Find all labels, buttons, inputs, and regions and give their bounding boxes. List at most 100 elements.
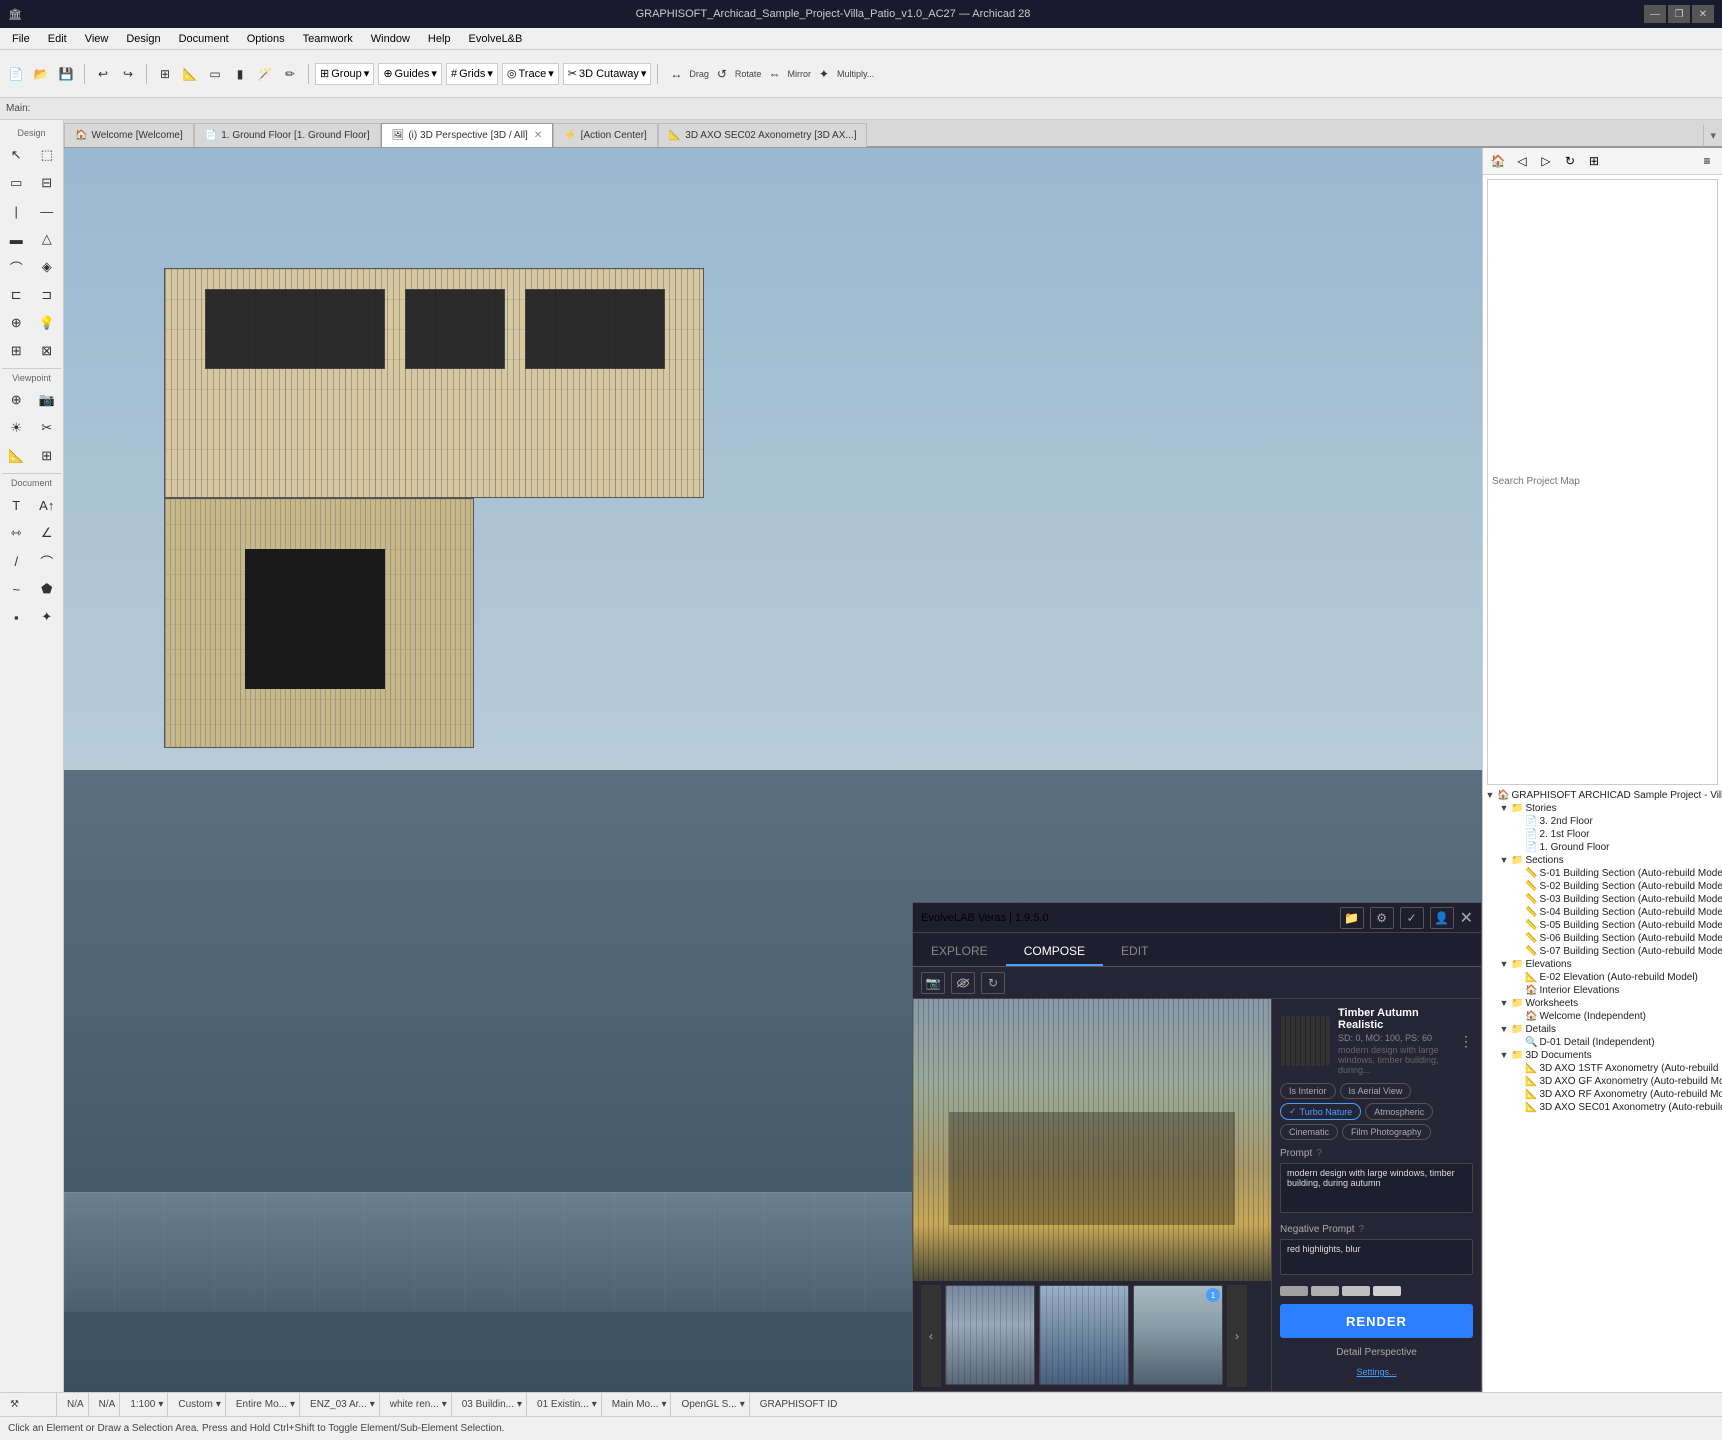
left-tool-elevation[interactable]: 📐	[2, 443, 30, 469]
toolbar-redo[interactable]: ↪	[116, 63, 140, 85]
tree-s03[interactable]: 📏 S-03 Building Section (Auto-rebuild Mo…	[1483, 893, 1722, 906]
left-tool-poly[interactable]: ⬟	[33, 576, 61, 602]
wr-arrow[interactable]: ▾	[442, 1399, 447, 1410]
trace-dropdown[interactable]: ◎ Trace ▾	[502, 63, 559, 85]
left-tool-fill[interactable]: ▪	[2, 604, 30, 630]
toolbar-drag[interactable]: ↔	[664, 63, 688, 85]
neg-prompt-help-icon[interactable]: ?	[1358, 1224, 1364, 1235]
left-tool-orbit[interactable]: ⊕	[2, 387, 30, 413]
tree-s01[interactable]: 📏 S-01 Building Section (Auto-rebuild Mo…	[1483, 867, 1722, 880]
toolbar-rotate[interactable]: ↺	[710, 63, 734, 85]
left-tool-slab[interactable]: ▬	[2, 226, 30, 252]
left-tool-angle[interactable]: ∠	[33, 520, 61, 546]
drawing-canvas[interactable]: EvolveLAB Veras | 1.9.5.0 📁 ⚙ ✓ 👤 ✕	[64, 148, 1482, 1392]
left-tool-shell[interactable]: ⌒	[2, 254, 30, 280]
left-tool-object[interactable]: ⊕	[2, 310, 30, 336]
thumbnail-2[interactable]	[1039, 1285, 1129, 1385]
left-tool-mesh[interactable]: ⊞	[2, 338, 30, 364]
tag-is-aerial[interactable]: Is Aerial View	[1340, 1083, 1412, 1099]
rp-forward-btn[interactable]: ▷	[1535, 151, 1557, 171]
left-tool-wall[interactable]: ▭	[2, 170, 30, 196]
toolbar-wireframe[interactable]: ▭	[203, 63, 227, 85]
tree-3d-axo-rf[interactable]: 📐 3D AXO RF Axonometry (Auto-rebuild Mod…	[1483, 1088, 1722, 1101]
tag-atmospheric[interactable]: Atmospheric	[1365, 1103, 1433, 1120]
tree-2nd-floor[interactable]: 📄 3. 2nd Floor	[1483, 815, 1722, 828]
left-tool-beam[interactable]: —	[33, 198, 61, 224]
thumbnail-3[interactable]: 1	[1133, 1285, 1223, 1385]
rp-expand-btn[interactable]: ⊞	[1583, 151, 1605, 171]
tree-3d-axo-gf[interactable]: 📐 3D AXO GF Axonometry (Auto-rebuild Mod…	[1483, 1075, 1722, 1088]
style-more-btn[interactable]: ⋮	[1459, 1033, 1473, 1050]
tag-turbo-nature[interactable]: ✓ Turbo Nature	[1280, 1103, 1361, 1120]
evolve-refresh-btn[interactable]: ↻	[981, 972, 1005, 994]
left-tool-zone[interactable]: ⊠	[33, 338, 61, 364]
thumb-next-btn[interactable]: ›	[1227, 1285, 1247, 1387]
left-tool-door[interactable]: ⊏	[2, 282, 30, 308]
toolbar-multiply[interactable]: ✦	[812, 63, 836, 85]
tree-s07[interactable]: 📏 S-07 Building Section (Auto-rebuild Mo…	[1483, 945, 1722, 958]
tree-s05[interactable]: 📏 S-05 Building Section (Auto-rebuild Mo…	[1483, 919, 1722, 932]
rp-refresh-btn[interactable]: ↻	[1559, 151, 1581, 171]
cutaway-dropdown[interactable]: ✂ 3D Cutaway ▾	[563, 63, 652, 85]
minimize-button[interactable]: —	[1644, 5, 1666, 23]
left-tool-spline[interactable]: ~	[2, 576, 30, 602]
menu-item-edit[interactable]: Edit	[40, 31, 75, 47]
left-tool-dim[interactable]: ⇿	[2, 520, 30, 546]
tree-s06[interactable]: 📏 S-06 Building Section (Auto-rebuild Mo…	[1483, 932, 1722, 945]
tree-welcome[interactable]: 🏠 Welcome (Independent)	[1483, 1010, 1722, 1023]
rp-home-btn[interactable]: 🏠	[1487, 151, 1509, 171]
left-tool-lamp[interactable]: 💡	[33, 310, 61, 336]
thumb-prev-btn[interactable]: ‹	[921, 1285, 941, 1387]
menu-item-document[interactable]: Document	[171, 31, 237, 47]
left-tool-column[interactable]: |	[2, 198, 30, 224]
left-tool-text[interactable]: T	[2, 492, 30, 518]
left-tool-window[interactable]: ⊐	[33, 282, 61, 308]
toolbar-new[interactable]: 📄	[4, 63, 28, 85]
opengl-arrow[interactable]: ▾	[740, 1399, 745, 1410]
layer-arrow[interactable]: ▾	[370, 1399, 375, 1410]
tree-3d-axo-sec01[interactable]: 📐 3D AXO SEC01 Axonometry (Auto-rebuild …	[1483, 1101, 1722, 1114]
evolve-tab-edit[interactable]: EDIT	[1103, 938, 1166, 966]
menu-item-design[interactable]: Design	[118, 31, 168, 47]
tree-stories[interactable]: ▼ 📁 Stories	[1483, 802, 1722, 815]
toolbar-magic-wand[interactable]: 🪄	[253, 63, 277, 85]
rp-back-btn[interactable]: ◁	[1511, 151, 1533, 171]
render-button[interactable]: RENDER	[1280, 1304, 1473, 1338]
tree-s02[interactable]: 📏 S-02 Building Section (Auto-rebuild Mo…	[1483, 880, 1722, 893]
mm-arrow[interactable]: ▾	[661, 1399, 666, 1410]
negative-prompt-input[interactable]	[1280, 1239, 1473, 1275]
tab-overflow[interactable]: ▾	[1703, 125, 1722, 147]
evolve-close-icon[interactable]: ✕	[1460, 908, 1473, 928]
left-tool-arc[interactable]: ⌒	[33, 548, 61, 574]
left-tool-camera[interactable]: 📷	[33, 387, 61, 413]
left-tool-section[interactable]: ✂	[33, 415, 61, 441]
tree-root[interactable]: ▼ 🏠 GRAPHISOFT ARCHICAD Sample Project -…	[1483, 789, 1722, 802]
building-arrow[interactable]: ▾	[517, 1399, 522, 1410]
menu-item-evolvelb[interactable]: EvolveL&B	[461, 31, 531, 47]
tree-sections[interactable]: ▼ 📁 Sections	[1483, 854, 1722, 867]
status-graphisoft-id[interactable]: GRAPHISOFT ID	[756, 1393, 842, 1416]
toolbar-pencil[interactable]: ✏	[278, 63, 302, 85]
tab-3d-close[interactable]: ✕	[534, 130, 542, 141]
evolve-camera-btn[interactable]: 📷	[921, 972, 945, 994]
restore-button[interactable]: ❐	[1668, 5, 1690, 23]
scale-arrow[interactable]: ▾	[158, 1399, 163, 1410]
left-tool-select[interactable]: ↖	[2, 142, 30, 168]
toolbar-save[interactable]: 💾	[54, 63, 78, 85]
menu-item-options[interactable]: Options	[239, 31, 293, 47]
tree-3d-axo-1stf[interactable]: 📐 3D AXO 1STF Axonometry (Auto-rebuild M…	[1483, 1062, 1722, 1075]
left-tool-hotspot[interactable]: ✦	[33, 604, 61, 630]
settings-link[interactable]: Settings...	[1356, 1367, 1396, 1377]
group-dropdown[interactable]: ⊞ Group ▾	[315, 63, 374, 85]
left-tool-roof[interactable]: △	[33, 226, 61, 252]
grids-dropdown[interactable]: # Grids ▾	[446, 63, 498, 85]
rp-settings-btn[interactable]: ≡	[1696, 151, 1718, 171]
evolve-eye-btn[interactable]	[951, 972, 975, 994]
tree-3d-documents[interactable]: ▼ 📁 3D Documents	[1483, 1049, 1722, 1062]
left-tool-line[interactable]: /	[2, 548, 30, 574]
tab-ground-floor[interactable]: 📄 1. Ground Floor [1. Ground Floor]	[194, 123, 381, 147]
menu-item-window[interactable]: Window	[363, 31, 418, 47]
existing-arrow[interactable]: ▾	[592, 1399, 597, 1410]
tree-interior-elevations[interactable]: 🏠 Interior Elevations	[1483, 984, 1722, 997]
tag-cinematic[interactable]: Cinematic	[1280, 1124, 1338, 1140]
